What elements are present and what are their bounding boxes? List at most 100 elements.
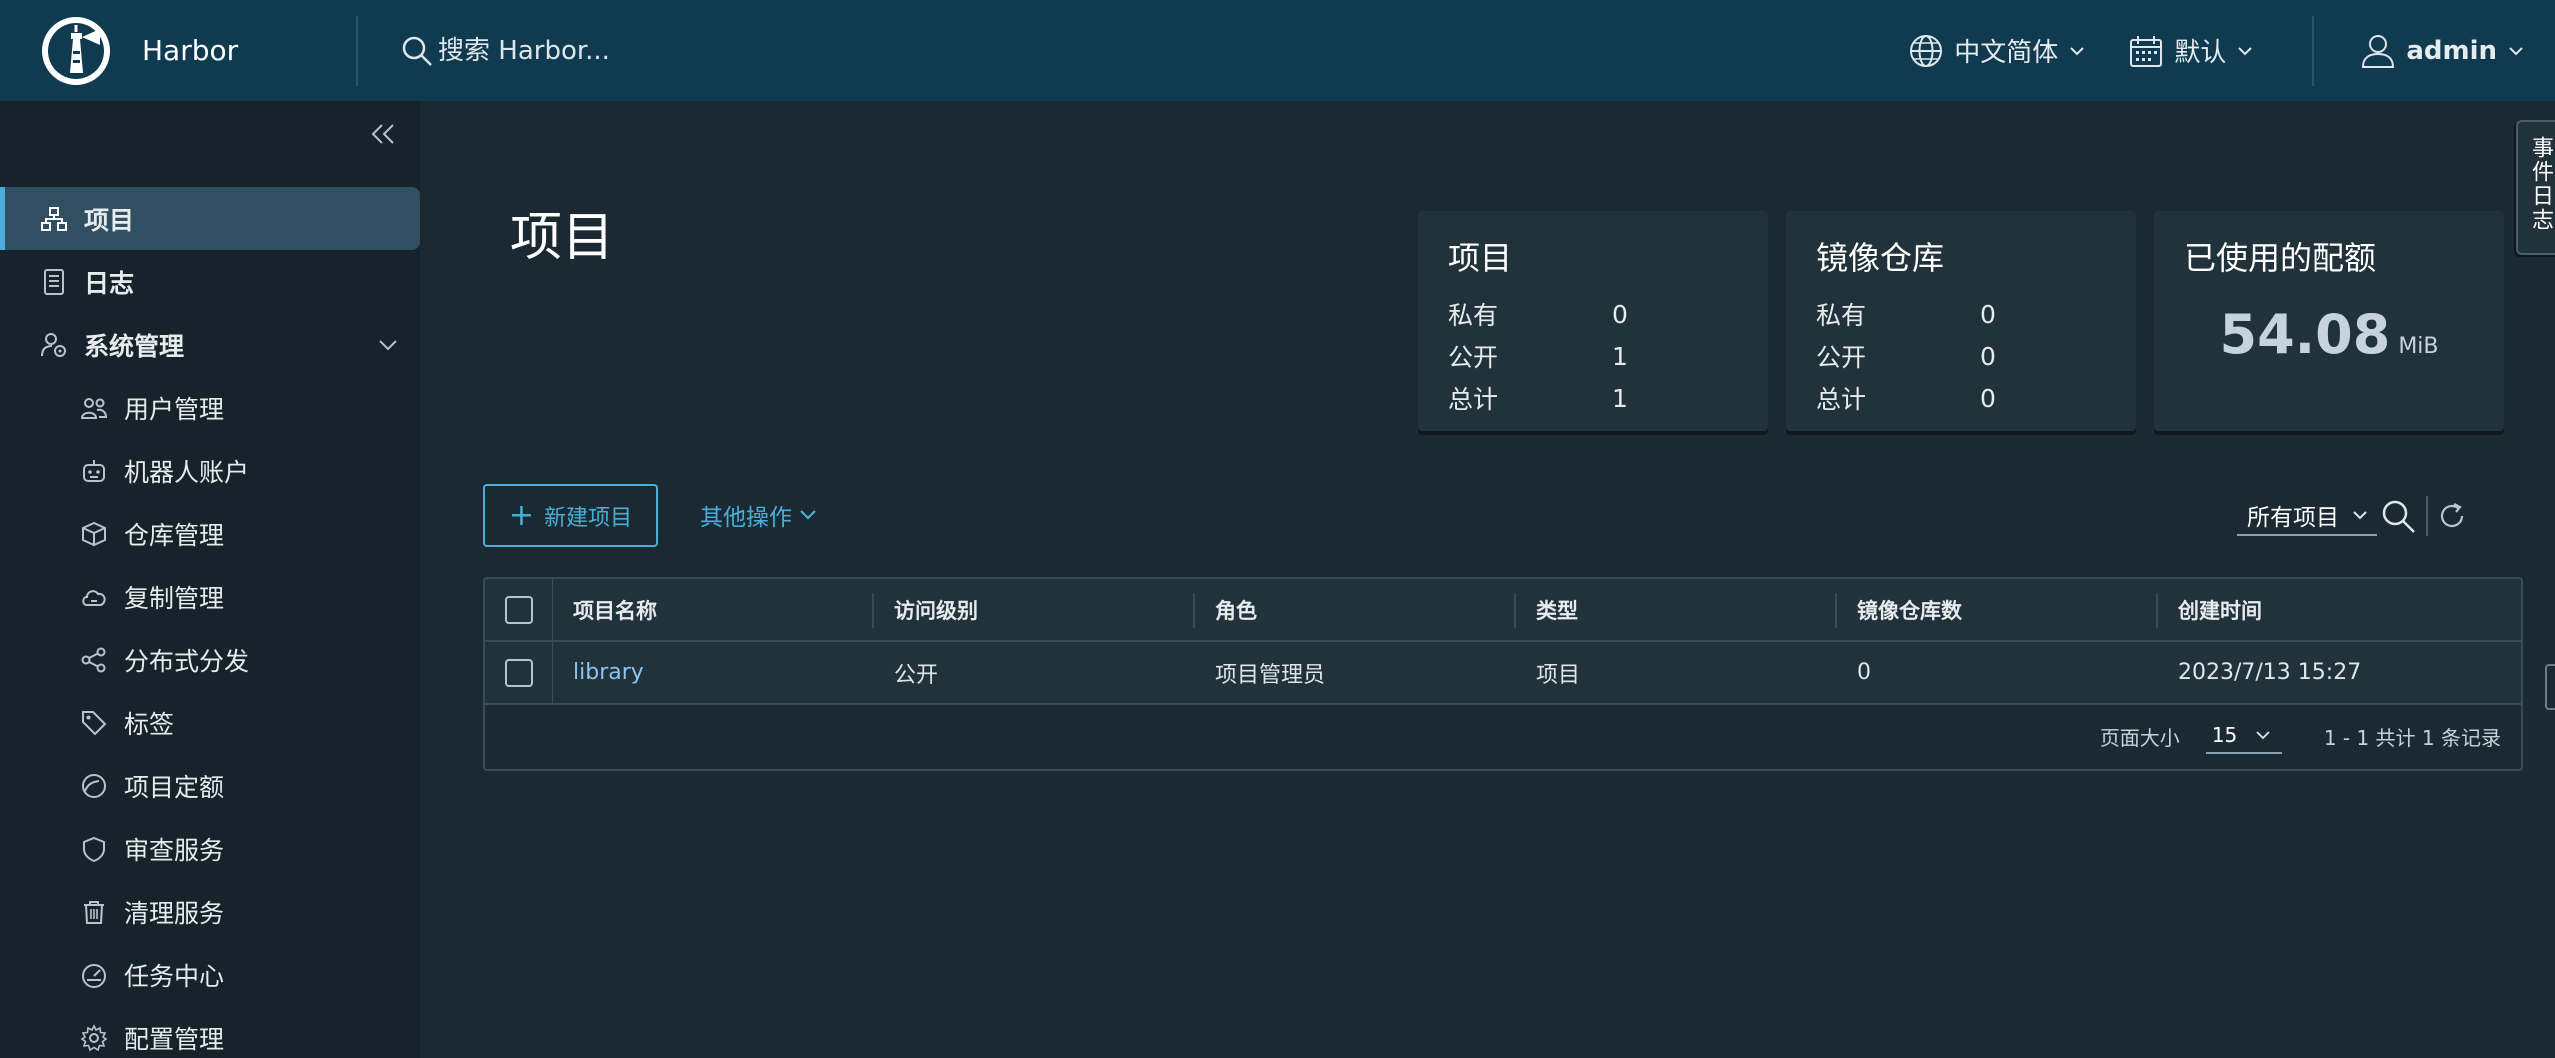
row-value: 1 <box>1612 383 1628 413</box>
event-log-label: 事件日志 <box>2528 136 2553 232</box>
user-icon <box>2362 34 2395 68</box>
quota-icon <box>82 773 106 798</box>
row-label: 私有 <box>1448 301 1499 330</box>
card-row-private: 私有 0 <box>1448 293 1738 335</box>
sidebar-item-logs[interactable]: 日志 <box>0 250 420 313</box>
card-title: 项目 <box>1448 239 1513 277</box>
sidebar-item-label: 仓库管理 <box>124 520 225 550</box>
card-row-public: 公开 0 <box>1816 335 2106 377</box>
global-search[interactable] <box>400 34 1100 68</box>
column-header-created[interactable]: 创建时间 <box>2158 579 2521 640</box>
row-select-cell <box>485 642 553 703</box>
search-icon[interactable] <box>2380 498 2416 534</box>
search-icon <box>402 36 432 66</box>
project-name-link[interactable]: library <box>553 642 874 703</box>
project-filter-select[interactable]: 所有项目 <box>2237 496 2377 536</box>
chevron-down-icon <box>2238 46 2253 55</box>
theme-label: 默认 <box>2174 38 2227 68</box>
brand[interactable]: Harbor <box>0 0 356 101</box>
sidebar-item-gc[interactable]: 清理服务 <box>0 880 420 943</box>
row-value: 0 <box>1980 383 1996 413</box>
column-header-repo-count[interactable]: 镜像仓库数 <box>1837 579 2158 640</box>
new-project-label: 新建项目 <box>544 505 633 531</box>
event-log-tab[interactable]: 事件日志 <box>2516 120 2555 255</box>
column-header-role[interactable]: 角色 <box>1195 579 1516 640</box>
theme-switcher[interactable]: 默认 <box>2128 32 2254 69</box>
collapse-sidebar-icon[interactable] <box>366 117 400 151</box>
column-header-type[interactable]: 类型 <box>1516 579 1837 640</box>
card-row-total: 总计 0 <box>1816 377 2106 419</box>
sidebar-item-config[interactable]: 配置管理 <box>0 1006 420 1058</box>
sidebar-item-jobs[interactable]: 任务中心 <box>0 943 420 1006</box>
plus-icon: + <box>508 498 535 533</box>
dashboard-icon <box>82 963 106 988</box>
sidebar-item-projects[interactable]: 项目 <box>0 187 420 250</box>
row-value: 0 <box>1612 299 1628 329</box>
table-header: 项目名称 访问级别 角色 类型 镜像仓库数 创建时间 <box>485 579 2521 642</box>
side-panel-handle[interactable] <box>2545 664 2555 710</box>
sidebar: 项目 日志 系统管理 用户管理 机器人账户 仓库管理 复制管理 分布式分发 标签… <box>0 101 420 1058</box>
new-project-button[interactable]: + 新建项目 <box>483 484 658 547</box>
row-label: 公开 <box>1448 343 1499 372</box>
row-value: 0 <box>1980 299 1996 329</box>
sidebar-item-label: 日志 <box>84 268 135 298</box>
sidebar-nav: 项目 日志 系统管理 用户管理 机器人账户 仓库管理 复制管理 分布式分发 标签… <box>0 187 420 1058</box>
sidebar-item-users[interactable]: 用户管理 <box>0 376 420 439</box>
calendar-icon <box>2130 35 2163 67</box>
share-icon <box>81 647 106 672</box>
table-footer: 页面大小 15 1 - 1 共计 1 条记录 <box>485 705 2521 767</box>
access-level-cell: 公开 <box>894 662 939 688</box>
page-size-label: 页面大小 <box>2099 725 2180 750</box>
header-divider <box>2312 15 2315 86</box>
shield-icon <box>83 836 105 862</box>
column-header-name[interactable]: 项目名称 <box>553 579 874 640</box>
robot-icon <box>83 459 105 482</box>
sidebar-item-robots[interactable]: 机器人账户 <box>0 439 420 502</box>
column-label: 镜像仓库数 <box>1857 598 1962 623</box>
refresh-icon[interactable] <box>2436 500 2468 532</box>
sidebar-item-registries[interactable]: 仓库管理 <box>0 502 420 565</box>
language-switcher[interactable]: 中文简体 <box>1908 32 2086 69</box>
sidebar-item-replications[interactable]: 复制管理 <box>0 565 420 628</box>
select-all-checkbox[interactable] <box>504 595 533 624</box>
admin-icon <box>41 332 66 357</box>
page-size-select[interactable]: 15 <box>2205 718 2282 754</box>
select-all-cell <box>485 579 553 640</box>
sidebar-item-labels[interactable]: 标签 <box>0 691 420 754</box>
column-label: 项目名称 <box>573 598 657 623</box>
column-label: 访问级别 <box>894 598 978 623</box>
column-header-access[interactable]: 访问级别 <box>874 579 1195 640</box>
row-label: 私有 <box>1816 301 1867 330</box>
card-row-public: 公开 1 <box>1448 335 1738 377</box>
sidebar-item-scanners[interactable]: 审查服务 <box>0 817 420 880</box>
row-checkbox[interactable] <box>504 658 533 687</box>
box-icon <box>82 521 106 546</box>
sidebar-item-label: 标签 <box>124 709 175 739</box>
row-label: 总计 <box>1448 385 1499 414</box>
sidebar-item-label: 用户管理 <box>124 394 225 424</box>
page-title: 项目 <box>510 208 615 268</box>
sidebar-item-quotas[interactable]: 项目定额 <box>0 754 420 817</box>
sidebar-item-distribution[interactable]: 分布式分发 <box>0 628 420 691</box>
row-label: 公开 <box>1816 343 1867 372</box>
search-input[interactable] <box>438 35 1038 66</box>
user-menu[interactable]: admin <box>2360 33 2525 69</box>
harbor-logo-icon <box>42 16 110 85</box>
gear-icon <box>80 1023 108 1051</box>
card-row-private: 私有 0 <box>1816 293 2106 335</box>
chevron-down-icon <box>2509 46 2523 55</box>
sidebar-item-label: 配置管理 <box>124 1024 225 1054</box>
log-icon <box>44 268 64 295</box>
sidebar-item-label: 机器人账户 <box>124 457 250 487</box>
card-title: 镜像仓库 <box>1816 239 1945 277</box>
projects-icon <box>41 206 67 231</box>
other-actions-dropdown[interactable]: 其他操作 <box>700 498 818 532</box>
quota-value: 54.08 MiB <box>2184 303 2474 366</box>
chevron-down-icon <box>2070 46 2085 55</box>
projects-summary-card: 项目 私有 0 公开 1 总计 1 <box>1418 211 1768 431</box>
column-label: 创建时间 <box>2178 598 2262 623</box>
sidebar-item-label: 分布式分发 <box>124 646 250 676</box>
trash-icon <box>84 900 104 924</box>
sidebar-item-admin[interactable]: 系统管理 <box>0 313 420 376</box>
chevron-down-icon[interactable] <box>376 333 400 357</box>
